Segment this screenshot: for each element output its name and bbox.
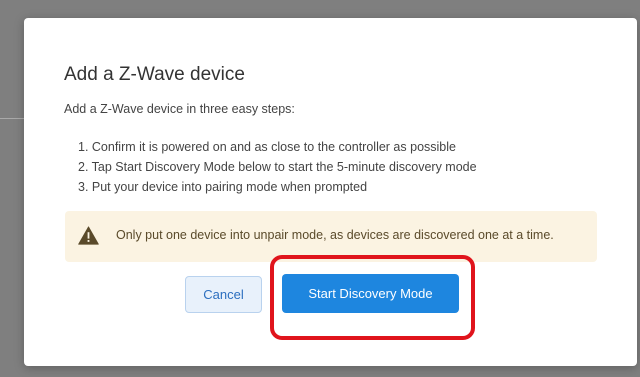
warning-triangle-icon <box>78 226 99 245</box>
start-discovery-mode-button[interactable]: Start Discovery Mode <box>282 274 459 313</box>
background-divider <box>0 118 24 119</box>
dialog-title: Add a Z-Wave device <box>64 64 245 85</box>
dialog-intro: Add a Z-Wave device in three easy steps: <box>64 102 295 116</box>
step-3: 3. Put your device into pairing mode whe… <box>78 180 368 194</box>
step-1: 1. Confirm it is powered on and as close… <box>78 140 456 154</box>
warning-text: Only put one device into unpair mode, as… <box>116 228 554 242</box>
steps-list: 1. Confirm it is powered on and as close… <box>78 137 477 197</box>
add-zwave-device-dialog: Add a Z-Wave device Add a Z-Wave device … <box>24 18 637 366</box>
cancel-button[interactable]: Cancel <box>185 276 262 313</box>
step-2: 2. Tap Start Discovery Mode below to sta… <box>78 160 477 174</box>
